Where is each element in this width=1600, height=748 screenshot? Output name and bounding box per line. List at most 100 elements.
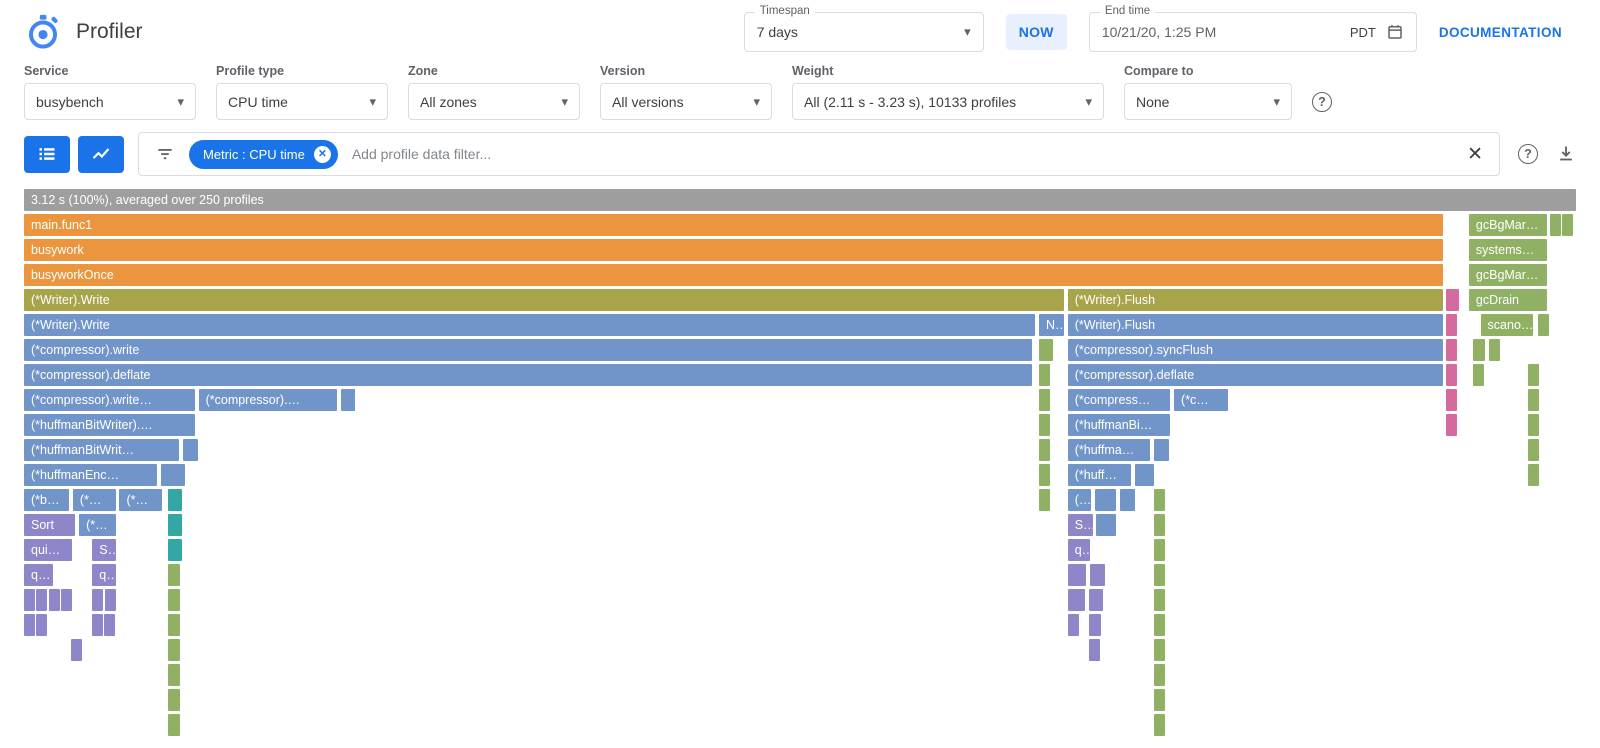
flame-cell-sliver[interactable]	[1154, 564, 1165, 586]
flame-cell[interactable]: (*Writer).Flush	[1068, 314, 1444, 336]
flame-cell-sliver[interactable]	[1489, 339, 1500, 361]
flame-cell-sliver[interactable]	[1068, 614, 1079, 636]
compare-to-select[interactable]: None ▾	[1124, 83, 1292, 120]
flame-cell[interactable]: main.func1	[24, 214, 1443, 236]
flame-cell-sliver[interactable]	[1039, 489, 1050, 511]
flame-cell[interactable]: (*compressor).…	[199, 389, 337, 411]
flame-cell-sliver[interactable]	[1446, 289, 1458, 311]
flame-cell-sliver[interactable]	[1154, 664, 1165, 686]
timespan-select[interactable]: Timespan 7 days ▾	[744, 12, 984, 52]
flame-cell-sliver[interactable]	[1446, 339, 1457, 361]
flame-cell-sliver[interactable]	[1154, 589, 1165, 611]
flame-cell-sliver[interactable]	[1154, 514, 1165, 536]
flame-cell-sliver[interactable]	[1528, 364, 1539, 386]
flame-cell[interactable]: (*compressor).write…	[24, 389, 195, 411]
flame-cell[interactable]: (*compressor).deflate	[1068, 364, 1444, 386]
flame-cell-sliver[interactable]	[168, 589, 180, 611]
help-icon[interactable]: ?	[1518, 144, 1538, 164]
flame-cell-sliver[interactable]	[1473, 364, 1484, 386]
flame-cell-sliver[interactable]	[1528, 439, 1539, 461]
flame-cell-sliver[interactable]	[341, 389, 355, 411]
flame-cell[interactable]: (*huffmanEnc…	[24, 464, 157, 486]
flame-cell[interactable]: (*compressor).deflate	[24, 364, 1032, 386]
flame-cell[interactable]: S…	[92, 539, 115, 561]
flame-cell-sliver[interactable]	[1528, 464, 1539, 486]
flame-cell-sliver[interactable]	[168, 514, 181, 536]
flame-cell[interactable]: busyworkOnce	[24, 264, 1443, 286]
flame-cell[interactable]: (*huffma…	[1068, 439, 1150, 461]
flame-cell[interactable]: (*Writer).Write	[24, 289, 1064, 311]
filter-input[interactable]	[352, 146, 1453, 162]
flame-cell-sliver[interactable]	[61, 589, 72, 611]
flame-cell[interactable]: q…	[1068, 539, 1091, 561]
flame-cell-sliver[interactable]	[168, 639, 180, 661]
flame-cell[interactable]: (*huffmanBitWrit…	[24, 439, 179, 461]
flame-cell-sliver[interactable]	[1039, 389, 1050, 411]
flame-cell-sliver[interactable]	[1446, 389, 1457, 411]
flame-cell-sliver[interactable]	[71, 639, 82, 661]
download-button[interactable]	[1556, 144, 1576, 164]
list-view-button[interactable]	[24, 136, 70, 173]
flame-cell-sliver[interactable]	[168, 689, 180, 711]
flame-cell-sliver[interactable]	[1446, 314, 1457, 336]
flame-cell[interactable]: (*compress…	[1068, 389, 1170, 411]
flame-cell-sliver[interactable]	[1154, 439, 1170, 461]
flame-cell-sliver[interactable]	[1096, 514, 1115, 536]
flame-cell-sliver[interactable]	[1039, 339, 1053, 361]
flame-cell-sliver[interactable]	[1089, 639, 1100, 661]
flame-cell[interactable]: q…	[24, 564, 53, 586]
flame-cell-sliver[interactable]	[92, 589, 103, 611]
flame-cell-sliver[interactable]	[1446, 364, 1457, 386]
flame-cell-sliver[interactable]	[1154, 614, 1165, 636]
flame-cell-sliver[interactable]	[104, 614, 115, 636]
clear-filters-icon[interactable]: ✕	[1467, 145, 1483, 164]
flame-cell-sliver[interactable]	[1039, 464, 1050, 486]
documentation-link[interactable]: DOCUMENTATION	[1439, 25, 1562, 40]
flame-cell[interactable]: (*compressor).write	[24, 339, 1032, 361]
flame-cell[interactable]: (…	[1068, 489, 1091, 511]
now-button[interactable]: NOW	[1006, 14, 1067, 50]
flame-cell-sliver[interactable]	[168, 664, 180, 686]
flame-cell-sliver[interactable]	[1562, 214, 1573, 236]
flame-cell-sliver[interactable]	[1095, 489, 1116, 511]
flame-cell-sliver[interactable]	[1039, 439, 1050, 461]
profile-type-select[interactable]: CPU time ▾	[216, 83, 388, 120]
flame-cell[interactable]: (*…	[119, 489, 162, 511]
flame-cell[interactable]: (*…	[79, 514, 115, 536]
flame-cell[interactable]: N…	[1039, 314, 1064, 336]
flame-cell-sliver[interactable]	[1068, 564, 1087, 586]
flame-cell[interactable]: Sort	[24, 514, 75, 536]
flame-cell-sliver[interactable]	[1120, 489, 1136, 511]
help-icon[interactable]: ?	[1312, 92, 1332, 112]
flame-cell[interactable]: q…	[92, 564, 115, 586]
flame-cell[interactable]: 3.12 s (100%), averaged over 250 profile…	[24, 189, 1576, 211]
flame-cell[interactable]: (*huff…	[1068, 464, 1132, 486]
flame-cell-sliver[interactable]	[49, 589, 60, 611]
calendar-icon[interactable]	[1386, 23, 1404, 41]
flame-cell-sliver[interactable]	[1154, 639, 1165, 661]
flame-cell-sliver[interactable]	[1039, 414, 1050, 436]
flame-cell[interactable]: (*c…	[1174, 389, 1228, 411]
metric-filter-chip[interactable]: Metric : CPU time ✕	[189, 140, 338, 169]
flame-cell-sliver[interactable]	[1068, 589, 1085, 611]
flame-cell-sliver[interactable]	[1154, 539, 1165, 561]
flame-cell-sliver[interactable]	[24, 614, 35, 636]
weight-select[interactable]: All (2.11 s - 3.23 s), 10133 profiles ▾	[792, 83, 1104, 120]
flame-cell[interactable]: (*Writer).Flush	[1068, 289, 1444, 311]
flame-cell[interactable]: (*b…	[24, 489, 69, 511]
flame-cell-sliver[interactable]	[168, 539, 181, 561]
flame-cell-sliver[interactable]	[168, 614, 180, 636]
flame-cell-sliver[interactable]	[161, 464, 185, 486]
flame-cell-sliver[interactable]	[1446, 414, 1457, 436]
version-select[interactable]: All versions ▾	[600, 83, 772, 120]
end-time-field[interactable]: End time 10/21/20, 1:25 PM PDT	[1089, 12, 1417, 52]
flame-cell-sliver[interactable]	[24, 589, 35, 611]
flame-cell-sliver[interactable]	[1473, 339, 1485, 361]
flame-cell[interactable]: (*huffmanBitWriter).…	[24, 414, 195, 436]
flame-cell-sliver[interactable]	[1154, 489, 1165, 511]
flame-cell[interactable]: systems…	[1469, 239, 1547, 261]
flame-cell-sliver[interactable]	[105, 589, 116, 611]
flame-cell-sliver[interactable]	[1550, 214, 1561, 236]
flame-cell-sliver[interactable]	[168, 489, 181, 511]
flame-cell-sliver[interactable]	[36, 614, 47, 636]
